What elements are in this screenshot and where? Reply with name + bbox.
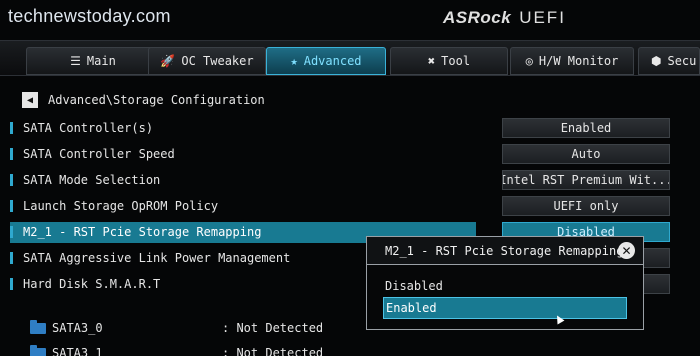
tools-icon: ✖ xyxy=(427,54,436,68)
drive-status: : Not Detected xyxy=(222,321,324,335)
star-icon: ★ xyxy=(290,54,298,68)
row-marker xyxy=(10,122,13,134)
rocket-icon: 🚀 xyxy=(160,54,176,68)
setting-label: SATA Mode Selection xyxy=(23,173,161,187)
row-marker xyxy=(10,148,13,160)
option-popup: M2_1 - RST Pcie Storage Remapping ✕ Disa… xyxy=(366,236,644,330)
brand-logo: ASRock UEFI xyxy=(443,8,566,28)
breadcrumb: ◀ Advanced\Storage Configuration xyxy=(22,92,265,108)
drive-status: : Not Detected xyxy=(222,346,324,356)
folder-icon xyxy=(30,344,46,356)
tab-label: Advanced xyxy=(303,54,362,68)
folder-icon xyxy=(30,319,46,334)
row-marker xyxy=(10,174,13,186)
value-sata-controllers[interactable]: Enabled xyxy=(502,118,670,138)
drive-item[interactable]: SATA3_1 : Not Detected xyxy=(30,344,323,356)
drive-item[interactable]: SATA3_0 : Not Detected xyxy=(30,319,323,335)
brand-name: ASRock xyxy=(443,8,512,27)
tab-label: Secu xyxy=(667,54,697,68)
option-enabled[interactable]: Enabled xyxy=(383,297,627,319)
setting-label: SATA Controller(s) xyxy=(23,121,154,135)
setting-label: SATA Aggressive Link Power Management xyxy=(23,251,291,265)
brand-product: UEFI xyxy=(519,8,566,27)
option-disabled[interactable]: Disabled xyxy=(383,275,627,297)
tab-label: H/W Monitor xyxy=(538,54,619,68)
row-marker xyxy=(10,200,13,212)
setting-label: M2_1 - RST Pcie Storage Remapping xyxy=(23,225,262,239)
row-marker xyxy=(10,252,13,264)
tab-main[interactable]: ☰ Main xyxy=(26,47,160,75)
tab-oc-tweaker[interactable]: 🚀 OC Tweaker xyxy=(148,47,266,75)
drive-name: SATA3_1 xyxy=(52,346,103,356)
tab-hw-monitor[interactable]: ◎ H/W Monitor xyxy=(510,47,634,75)
popup-title: M2_1 - RST Pcie Storage Remapping xyxy=(367,237,643,265)
tab-label: Tool xyxy=(441,54,471,68)
breadcrumb-text: Advanced\Storage Configuration xyxy=(48,93,265,107)
row-marker xyxy=(10,278,13,290)
shield-icon: ⬢ xyxy=(651,54,662,68)
tab-security[interactable]: ⬢ Secu xyxy=(638,47,700,75)
setting-label: SATA Controller Speed xyxy=(23,147,175,161)
monitor-icon: ◎ xyxy=(525,54,533,68)
row-marker xyxy=(10,226,13,238)
close-icon[interactable]: ✕ xyxy=(618,242,635,259)
tab-label: Main xyxy=(86,54,116,68)
tab-tool[interactable]: ✖ Tool xyxy=(390,47,508,75)
drive-name: SATA3_0 xyxy=(52,321,103,335)
tab-label: OC Tweaker xyxy=(181,54,254,68)
tab-bar: ☰ Main 🚀 OC Tweaker ★ Advanced ✖ Tool ◎ H/W M… xyxy=(0,40,700,76)
tab-advanced[interactable]: ★ Advanced xyxy=(266,47,386,75)
value-sata-mode[interactable]: Intel RST Premium Wit... xyxy=(502,170,670,190)
value-oprom-policy[interactable]: UEFI only xyxy=(502,196,670,216)
setting-label: Hard Disk S.M.A.R.T xyxy=(23,277,161,291)
value-sata-speed[interactable]: Auto xyxy=(502,144,670,164)
setting-label: Launch Storage OpROM Policy xyxy=(23,199,219,213)
watermark-text: technewstoday.com xyxy=(8,6,171,26)
list-icon: ☰ xyxy=(70,54,81,68)
back-arrow-icon[interactable]: ◀ xyxy=(22,92,38,108)
